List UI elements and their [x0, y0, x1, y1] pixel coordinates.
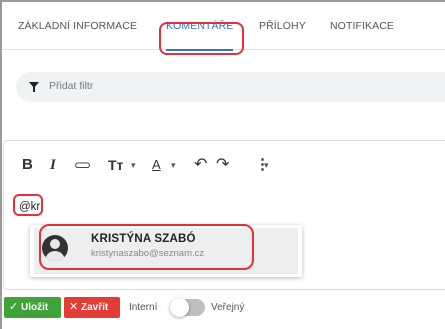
save-button[interactable]: ✓ Uložit: [4, 297, 61, 318]
undo-icon[interactable]: ↶: [194, 154, 207, 176]
text-size-caret-icon[interactable]: ▾: [131, 154, 136, 176]
add-filter-label: Přidat filtr: [49, 80, 94, 92]
tab-attachments[interactable]: PŘÍLOHY: [259, 2, 306, 50]
toggle-knob: [170, 298, 189, 317]
text-size-icon[interactable]: Tт: [108, 154, 123, 176]
redo-icon[interactable]: ↷: [216, 154, 229, 176]
visibility-toggle[interactable]: [170, 298, 205, 317]
filter-icon-stem: [33, 87, 35, 92]
font-color-caret-icon[interactable]: ▾: [171, 154, 176, 176]
save-button-label: Uložit: [21, 302, 49, 313]
bold-button[interactable]: B: [22, 154, 33, 176]
tab-notifications-label: NOTIFIKACE: [330, 20, 395, 32]
close-button[interactable]: ✕ Zavřít: [64, 297, 120, 318]
font-color-icon[interactable]: A: [152, 154, 161, 176]
close-button-label: Zavřít: [81, 302, 109, 313]
annotation-circle-mention-text: [13, 194, 43, 216]
internal-label: Interní: [129, 302, 158, 313]
public-label: Veřejný: [211, 302, 245, 313]
close-icon: ✕: [69, 301, 79, 313]
tab-basic-info-label: ZÁKLADNÍ INFORMACE: [18, 20, 138, 32]
annotation-circle-comments-tab: [159, 22, 244, 55]
tab-notifications[interactable]: NOTIFIKACE: [330, 2, 394, 50]
tab-basic-info[interactable]: ZÁKLADNÍ INFORMACE: [18, 2, 137, 50]
annotation-circle-suggestion: [39, 224, 254, 270]
more-options-caret-icon[interactable]: ▾: [264, 154, 269, 176]
tab-attachments-label: PŘÍLOHY: [259, 20, 306, 32]
check-icon: ✓: [9, 301, 19, 313]
link-icon[interactable]: ⊂⊃: [74, 154, 91, 176]
italic-button[interactable]: I: [50, 154, 56, 176]
add-filter-bar[interactable]: Přidat filtr: [16, 72, 445, 102]
